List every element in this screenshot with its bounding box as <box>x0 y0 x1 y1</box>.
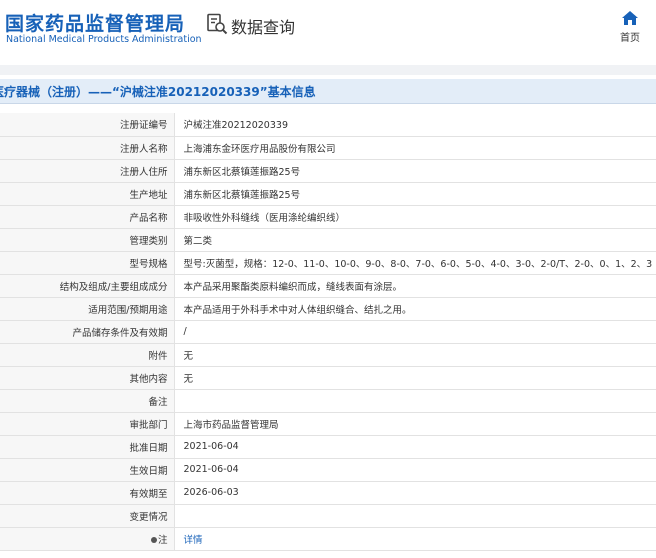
field-label: 产品储存条件及有效期 <box>0 320 175 344</box>
table-row: 产品名称 非吸收性外科缝线（医用涤纶编织线） <box>0 205 656 229</box>
field-label: 审批部门 <box>0 412 175 436</box>
table-row: 变更情况 <box>0 504 656 528</box>
field-value: 型号:灭菌型，规格：12-0、11-0、10-0、9-0、8-0、7-0、6-0… <box>174 251 656 275</box>
table-row: 批准日期 2021-06-04 <box>0 435 656 459</box>
table-row: 注册证编号 沪械注准20212020339 <box>0 113 656 137</box>
table-row: 注册人名称 上海浦东金环医疗用品股份有限公司 <box>0 136 656 160</box>
site-logo-subtitle: National Medical Products Administration <box>6 34 202 45</box>
field-label: 生效日期 <box>0 458 175 482</box>
note-value-cell: 详情 <box>174 527 656 551</box>
table-row: 有效期至 2026-06-03 <box>0 481 656 505</box>
field-label: 附件 <box>0 343 175 367</box>
field-label: 其他内容 <box>0 366 175 390</box>
home-link[interactable]: 首页 <box>612 11 648 44</box>
table-row: 附件无 <box>0 343 656 367</box>
field-value: 2021-06-04 <box>174 435 656 459</box>
field-value: 2026-06-03 <box>174 481 656 505</box>
field-value <box>174 504 656 528</box>
field-label: 型号规格 <box>0 251 175 275</box>
data-query-link[interactable]: 数据查询 <box>206 13 296 39</box>
registration-info-table: 注册证编号 沪械注准20212020339 注册人名称 上海浦东金环医疗用品股份有限公… <box>0 113 656 551</box>
header-divider-band <box>0 65 656 75</box>
detail-title-bar: 医疗器械（注册）——“沪械注准20212020339”基本信息 <box>0 79 656 104</box>
table-row: 备注 <box>0 389 656 413</box>
data-search-icon <box>206 13 228 39</box>
table-row: 结构及组成/主要组成成分 本产品采用聚酯类原料编织而成，缝线表面有涂层。 <box>0 274 656 298</box>
field-value: 浦东新区北蔡镇莲振路25号 <box>174 159 656 183</box>
field-label: 结构及组成/主要组成成分 <box>0 274 175 298</box>
field-label: 管理类别 <box>0 228 175 252</box>
data-query-label: 数据查询 <box>231 18 296 37</box>
field-label: 注册人住所 <box>0 159 175 183</box>
field-value: 上海市药品监督管理局 <box>174 412 656 436</box>
site-logo-title[interactable]: 国家药品监督管理局 <box>5 9 185 36</box>
table-row: 生效日期 2021-06-04 <box>0 458 656 482</box>
field-value: 沪械注准20212020339 <box>174 113 656 137</box>
note-label: 注 <box>157 534 168 546</box>
field-value: 浦东新区北蔡镇莲振路25号 <box>174 182 656 206</box>
table-row: 注册人住所 浦东新区北蔡镇莲振路25号 <box>0 159 656 183</box>
table-row: 审批部门 上海市药品监督管理局 <box>0 412 656 436</box>
field-value: 第二类 <box>174 228 656 252</box>
field-label: 生产地址 <box>0 182 175 206</box>
table-row: 型号规格 型号:灭菌型，规格：12-0、11-0、10-0、9-0、8-0、7-0… <box>0 251 656 275</box>
field-value: 本产品适用于外科手术中对人体组织缝合、结扎之用。 <box>174 297 656 321</box>
field-label: 备注 <box>0 389 175 413</box>
field-label: 批准日期 <box>0 435 175 459</box>
field-value: 2021-06-04 <box>174 458 656 482</box>
note-label-cell: 注 <box>0 527 175 551</box>
field-value: 无 <box>174 343 656 367</box>
note-row: 注 详情 <box>0 527 656 551</box>
home-icon <box>612 11 648 25</box>
detail-title: 医疗器械（注册）——“沪械注准20212020339”基本信息 <box>0 85 316 99</box>
table-row: 适用范围/预期用途 本产品适用于外科手术中对人体组织缝合、结扎之用。 <box>0 297 656 321</box>
table-row: 管理类别 第二类 <box>0 228 656 252</box>
bullet-icon <box>150 536 158 544</box>
field-label: 有效期至 <box>0 481 175 505</box>
home-label: 首页 <box>620 33 640 44</box>
field-label: 注册证编号 <box>0 113 175 137</box>
field-label: 注册人名称 <box>0 136 175 160</box>
field-value: 本产品采用聚酯类原料编织而成，缝线表面有涂层。 <box>174 274 656 298</box>
table-row: 生产地址 浦东新区北蔡镇莲振路25号 <box>0 182 656 206</box>
field-value: 无 <box>174 366 656 390</box>
field-value: 非吸收性外科缝线（医用涤纶编织线） <box>174 205 656 229</box>
field-value <box>174 389 656 413</box>
field-value: 上海浦东金环医疗用品股份有限公司 <box>174 136 656 160</box>
field-label: 适用范围/预期用途 <box>0 297 175 321</box>
details-link[interactable]: 详情 <box>184 535 203 546</box>
table-row: 产品储存条件及有效期 / <box>0 320 656 344</box>
table-row: 其他内容无 <box>0 366 656 390</box>
field-value: / <box>174 320 656 344</box>
field-label: 变更情况 <box>0 504 175 528</box>
site-header: 国家药品监督管理局 National Medical Products Admi… <box>0 0 656 55</box>
field-label: 产品名称 <box>0 205 175 229</box>
